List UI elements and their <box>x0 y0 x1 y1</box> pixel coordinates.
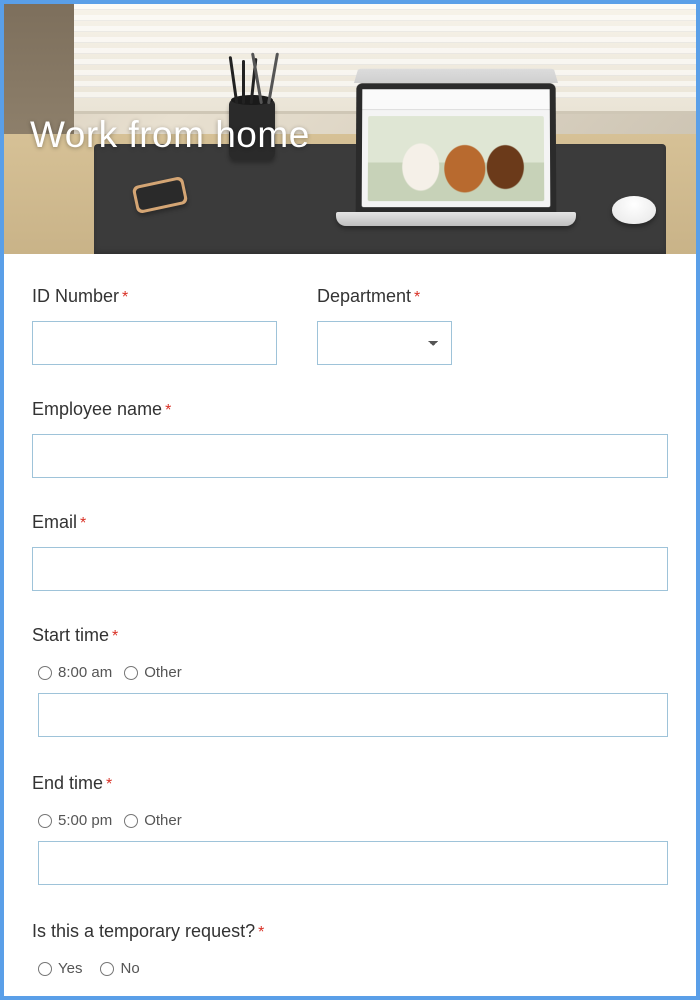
radio-temp-yes[interactable]: Yes <box>38 960 82 977</box>
field-id-number: ID Number* <box>32 286 277 365</box>
required-mark: * <box>414 289 420 306</box>
label-end-time: End time* <box>32 773 668 794</box>
radio-label: No <box>120 960 139 977</box>
radio-end-500pm[interactable]: 5:00 pm <box>38 812 112 829</box>
form-title: Work from home <box>30 114 310 156</box>
label-text: End time <box>32 773 103 793</box>
radio-end-other[interactable]: Other <box>124 812 182 829</box>
radio-label: Other <box>144 664 182 681</box>
hero-pen-icon <box>242 60 245 104</box>
label-email: Email* <box>32 512 668 533</box>
label-text: ID Number <box>32 286 119 306</box>
required-mark: * <box>112 628 118 645</box>
radio-input[interactable] <box>38 814 52 828</box>
radio-input[interactable] <box>124 666 138 680</box>
form-page: Work from home ID Number* Department* Em… <box>0 0 700 1000</box>
select-department[interactable] <box>317 321 452 365</box>
label-temporary: Is this a temporary request?* <box>32 921 668 942</box>
radio-temp-no[interactable]: No <box>100 960 139 977</box>
field-department: Department* <box>317 286 562 365</box>
radio-input[interactable] <box>38 962 52 976</box>
input-end-other[interactable] <box>38 841 668 885</box>
input-id-number[interactable] <box>32 321 277 365</box>
label-text: Department <box>317 286 411 306</box>
radio-label: 5:00 pm <box>58 812 112 829</box>
form-body: ID Number* Department* Employee name* Em… <box>4 254 696 1000</box>
radio-input[interactable] <box>38 666 52 680</box>
label-text: Email <box>32 512 77 532</box>
required-mark: * <box>80 515 86 532</box>
radio-label: Other <box>144 812 182 829</box>
label-text: Employee name <box>32 399 162 419</box>
hero-scissors-icon <box>260 52 270 104</box>
label-text: Start time <box>32 625 109 645</box>
label-id-number: ID Number* <box>32 286 277 307</box>
field-start-time: Start time* 8:00 am Other <box>32 625 668 737</box>
input-email[interactable] <box>32 547 668 591</box>
required-mark: * <box>106 776 112 793</box>
radio-input[interactable] <box>124 814 138 828</box>
field-email: Email* <box>32 512 668 591</box>
input-start-other[interactable] <box>38 693 668 737</box>
hero-mouse-icon <box>612 196 656 224</box>
input-employee-name[interactable] <box>32 434 668 478</box>
radio-start-800am[interactable]: 8:00 am <box>38 664 112 681</box>
field-temporary: Is this a temporary request?* Yes No <box>32 921 668 977</box>
required-mark: * <box>122 289 128 306</box>
field-end-time: End time* 5:00 pm Other <box>32 773 668 885</box>
label-employee-name: Employee name* <box>32 399 668 420</box>
label-start-time: Start time* <box>32 625 668 646</box>
hero-laptop <box>336 83 576 226</box>
radio-label: 8:00 am <box>58 664 112 681</box>
label-department: Department* <box>317 286 562 307</box>
radio-start-other[interactable]: Other <box>124 664 182 681</box>
required-mark: * <box>165 402 171 419</box>
label-text: Is this a temporary request? <box>32 921 255 941</box>
hero-image: Work from home <box>4 4 696 254</box>
radio-input[interactable] <box>100 962 114 976</box>
field-employee-name: Employee name* <box>32 399 668 478</box>
required-mark: * <box>258 924 264 941</box>
radio-label: Yes <box>58 960 82 977</box>
